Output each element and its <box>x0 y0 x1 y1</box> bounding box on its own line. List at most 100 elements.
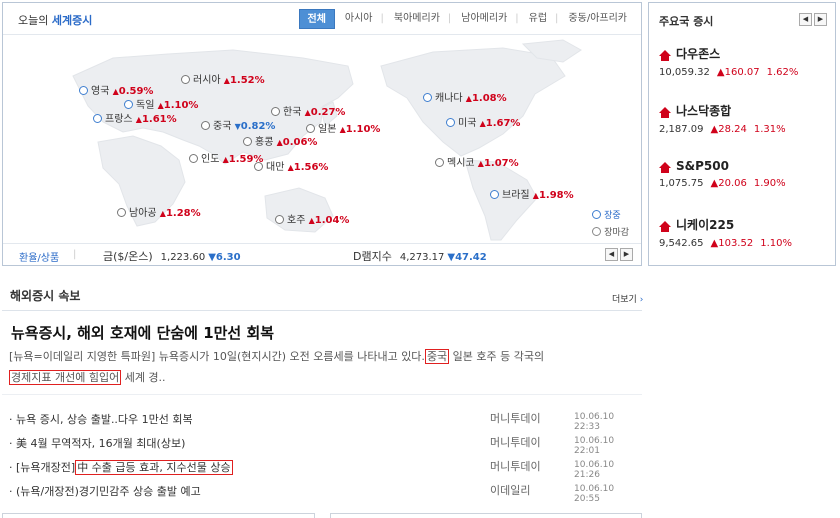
market-uk[interactable]: 영국 ▲0.59% <box>79 82 153 97</box>
clock-icon <box>490 190 499 199</box>
prev-button[interactable]: ◀ <box>799 13 812 26</box>
news-item-source: 이데일리 <box>490 484 531 497</box>
gold-value: 1,223.60 <box>160 252 206 263</box>
up-house-icon <box>659 162 671 173</box>
news-divider <box>2 394 642 395</box>
news-item-time: 10.06.10 22:33 <box>574 412 615 432</box>
fx-commodity-link[interactable]: 환율/상품 <box>19 249 59 264</box>
market-name: 남아공 <box>129 208 157 219</box>
next-button[interactable]: ▶ <box>814 13 827 26</box>
news-lead[interactable]: [뉴욕=이데일리 지영한 특파원] 뉴욕증시가 10일(현지시간) 오전 오름세… <box>9 346 639 388</box>
world-title-prefix: 오늘의 <box>18 14 52 27</box>
news-item-time: 10.06.10 22:01 <box>574 436 615 456</box>
index-sp500[interactable]: S&P500 1,075.75 ▲20.06 1.90% <box>659 159 834 189</box>
market-change: 1.67% <box>485 118 521 129</box>
market-name: 인도 <box>201 154 220 165</box>
tab-asia[interactable]: 아시아 <box>337 9 381 29</box>
market-change: 1.98% <box>538 190 574 201</box>
more-link[interactable]: 더보기 <box>612 292 643 305</box>
commodity-bar: 환율/상품 | 금($/온스) 1,223.60 ▼6.30 D램지수 4,273.1… <box>3 243 641 265</box>
market-change: 1.08% <box>471 93 507 104</box>
market-change: 1.61% <box>141 114 177 125</box>
gold-change: ▼6.30 <box>208 252 241 263</box>
tab-all[interactable]: 전체 <box>298 9 335 29</box>
lead-text: [뉴욕=이데일리 지영한 특파원] 뉴욕증시가 10일(현지시간) 오전 오름세… <box>9 350 425 363</box>
legend-day-label: 장중 <box>604 211 621 221</box>
index-value: 9,542.65 <box>659 238 704 249</box>
tab-south-america[interactable]: 남아메리카 <box>453 9 515 29</box>
market-usa[interactable]: 미국 ▲1.67% <box>446 114 520 129</box>
market-china[interactable]: 중국 ▼0.82% <box>201 117 275 132</box>
news-item[interactable]: · 美 4월 무역적자, 16개월 최대(상보) 머니투데이 10.06.10 … <box>9 434 639 456</box>
next-button[interactable]: ▶ <box>620 248 633 261</box>
market-name: 멕시코 <box>447 158 475 169</box>
news-headline[interactable]: 뉴욕증시, 해외 호재에 단숨에 1만선 회복 <box>11 322 274 343</box>
index-change: ▲20.06 <box>710 178 747 189</box>
index-change: ▲28.24 <box>710 124 747 135</box>
market-change: 1.10% <box>345 124 381 135</box>
news-item[interactable]: · 뉴욕 증시, 상승 출발..다우 1만선 회복 머니투데이 10.06.10… <box>9 410 639 432</box>
tab-europe[interactable]: 유럽 <box>521 9 555 29</box>
clock-icon <box>79 86 88 95</box>
market-name: 한국 <box>283 107 302 118</box>
dram-change: ▼47.42 <box>447 252 487 263</box>
lead-text: 일본 호주 등 각국의 <box>449 350 545 363</box>
legend-closed-label: 장마감 <box>604 228 629 238</box>
market-change: 1.52% <box>229 75 265 86</box>
market-name: 프랑스 <box>105 114 133 125</box>
prev-button[interactable]: ◀ <box>605 248 618 261</box>
market-india[interactable]: 인도 ▲1.59% <box>189 150 263 165</box>
market-south-africa[interactable]: 남아공 ▲1.28% <box>117 204 201 219</box>
news-item[interactable]: · [뉴욕개장전] 中 수출 급등 효과, 지수선물 상승 머니투데이 10.06… <box>9 458 639 480</box>
news-item-time: 10.06.10 20:55 <box>574 484 615 504</box>
market-name: 미국 <box>458 118 477 129</box>
news-item-source: 머니투데이 <box>490 460 541 473</box>
news-item-title[interactable]: · (뉴욕/개장전)경기민감주 상승 출발 예고 <box>9 483 201 499</box>
market-name: 영국 <box>91 86 110 97</box>
up-house-icon <box>659 50 671 61</box>
tab-divider: | <box>380 13 384 24</box>
market-change: 0.82% <box>240 121 276 132</box>
market-russia[interactable]: 러시아 ▲1.52% <box>181 71 265 86</box>
market-canada[interactable]: 캐나다 ▲1.08% <box>423 89 507 104</box>
market-name: 홍콩 <box>255 137 274 148</box>
market-korea[interactable]: 한국 ▲0.27% <box>271 103 345 118</box>
index-value: 1,075.75 <box>659 178 704 189</box>
tab-middle-east-africa[interactable]: 중동/아프리카 <box>560 9 635 29</box>
market-change: 0.27% <box>310 107 346 118</box>
clock-icon <box>275 215 284 224</box>
market-name: 호주 <box>287 215 306 226</box>
news-item-title[interactable]: · 뉴욕 증시, 상승 출발..다우 1만선 회복 <box>9 411 193 427</box>
market-brazil[interactable]: 브라질 ▲1.98% <box>490 186 574 201</box>
market-taiwan[interactable]: 대만 ▲1.56% <box>254 158 328 173</box>
news-item-title[interactable]: · [뉴욕개장전] 中 수출 급등 효과, 지수선물 상승 <box>9 459 233 475</box>
tab-north-america[interactable]: 북아메리카 <box>386 9 448 29</box>
market-japan[interactable]: 일본 ▲1.10% <box>306 120 380 135</box>
news-item-time: 10.06.10 21:26 <box>574 460 615 480</box>
market-name: 캐나다 <box>435 93 463 104</box>
major-nav: ◀ ▶ <box>797 13 827 26</box>
clock-icon <box>592 227 602 236</box>
clock-icon <box>124 100 133 109</box>
market-hongkong[interactable]: 홍콩 ▲0.06% <box>243 133 317 148</box>
legend-day: 장중 <box>592 208 629 221</box>
world-title-main: 세계증시 <box>51 14 93 27</box>
index-nasdaq[interactable]: 나스닥종합 2,187.09 ▲28.24 1.31% <box>659 102 834 135</box>
dram-value: 4,273.17 <box>399 252 445 263</box>
market-name: 중국 <box>213 121 232 132</box>
index-nikkei[interactable]: 니케이225 9,542.65 ▲103.52 1.10% <box>659 216 834 249</box>
lead-text: 세계 경.. <box>121 371 166 384</box>
up-house-icon <box>659 107 671 118</box>
news-item-title[interactable]: · 美 4월 무역적자, 16개월 최대(상보) <box>9 435 185 451</box>
market-germany[interactable]: 독일 ▲1.10% <box>124 96 198 111</box>
major-indices-panel: 주요국 증시 ◀ ▶ 다우존스 10,059.32 ▲160.07 1.62% 나스… <box>648 2 836 266</box>
index-dow[interactable]: 다우존스 10,059.32 ▲160.07 1.62% <box>659 45 834 78</box>
clock-icon <box>306 124 315 133</box>
market-australia[interactable]: 호주 ▲1.04% <box>275 211 349 226</box>
news-item[interactable]: · (뉴욕/개장전)경기민감주 상승 출발 예고 이데일리 10.06.10 2… <box>9 482 639 504</box>
market-name: 브라질 <box>502 190 530 201</box>
market-mexico[interactable]: 멕시코 ▲1.07% <box>435 154 519 169</box>
dram-quote: D램지수 4,273.17 ▼47.42 <box>353 248 487 264</box>
market-france[interactable]: 프랑스 ▲1.61% <box>93 110 177 125</box>
market-change: 1.28% <box>165 208 201 219</box>
